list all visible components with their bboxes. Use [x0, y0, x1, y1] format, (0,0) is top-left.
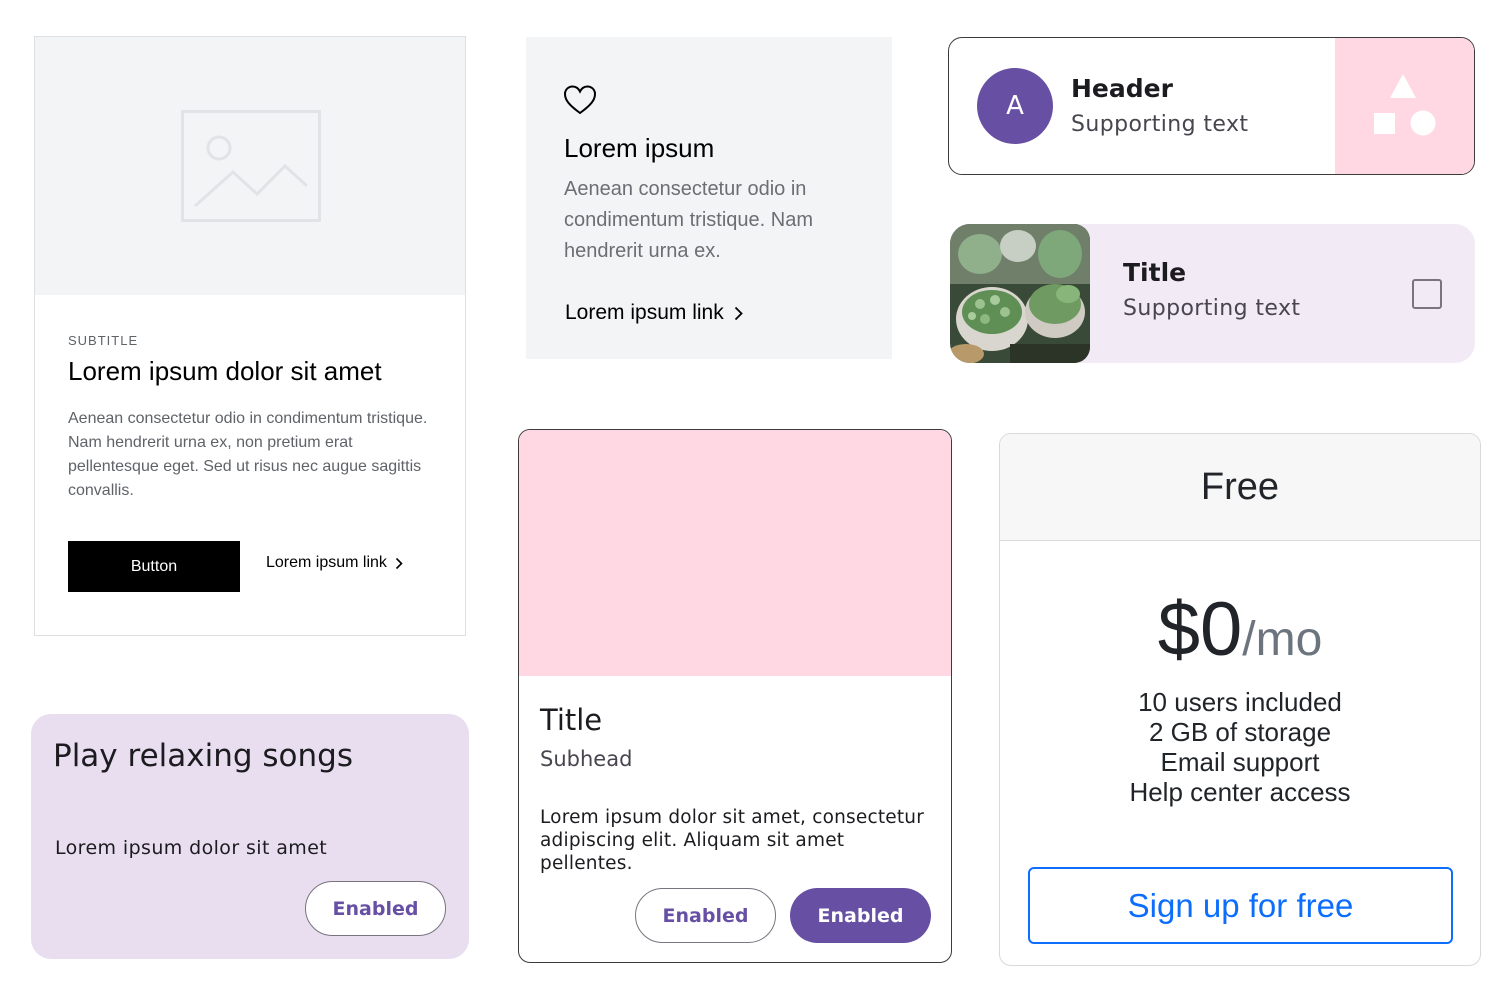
card-subhead: Subhead	[540, 747, 633, 771]
card-title: Lorem ipsum dolor sit amet	[68, 356, 382, 386]
enabled-outline-button[interactable]: Enabled	[635, 888, 776, 943]
card-title: Lorem ipsum	[564, 133, 715, 163]
link-label: Lorem ipsum link	[266, 554, 387, 571]
list-card[interactable]: Title Supporting text	[950, 224, 1475, 363]
primary-button[interactable]: Button	[68, 541, 240, 592]
plan-name: Free	[1000, 434, 1480, 541]
feature-item: 10 users included	[1138, 687, 1342, 717]
header-card: A Header Supporting text	[948, 37, 1475, 175]
enabled-filled-button[interactable]: Enabled	[790, 888, 931, 943]
image-placeholder	[35, 37, 465, 295]
sign-up-button[interactable]: Sign up for free	[1028, 867, 1453, 944]
chevron-right-icon	[734, 306, 743, 320]
card-body-text: Lorem ipsum dolor sit amet, consectetur …	[540, 807, 925, 874]
pricing-card: Free $0/mo 10 users included 2 GB of sto…	[999, 433, 1481, 966]
lorem-ipsum-link[interactable]: Lorem ipsum link	[565, 301, 743, 325]
image-placeholder-icon	[181, 110, 321, 222]
shapes-icon	[1374, 74, 1436, 136]
price-period: /mo	[1242, 613, 1323, 666]
feature-item: Help center access	[1129, 777, 1351, 807]
plants-thumbnail	[950, 224, 1090, 363]
card-body-text: Aenean consectetur odio in condimentum t…	[68, 410, 428, 499]
avatar: A	[977, 68, 1053, 144]
card-header-title: Header	[1071, 74, 1173, 103]
card-subtitle: SUBTITLE	[68, 333, 139, 348]
play-card: Play relaxing songs Lorem ipsum dolor si…	[31, 714, 469, 959]
heart-icon[interactable]	[563, 85, 597, 115]
card-title: Title	[540, 703, 603, 737]
plants-image	[950, 224, 1090, 363]
feature-item: 2 GB of storage	[1148, 717, 1332, 747]
gray-card: Lorem ipsum Aenean consectetur odio in c…	[526, 37, 892, 359]
supporting-text: Supporting text	[1071, 112, 1249, 137]
feature-list: 10 users included 2 GB of storage Email …	[1000, 687, 1480, 807]
card-title: Title	[1123, 258, 1187, 287]
chevron-right-icon	[395, 557, 403, 569]
enabled-outline-button[interactable]: Enabled	[305, 881, 446, 936]
card-title: Play relaxing songs	[53, 738, 353, 774]
card-body-text: Lorem ipsum dolor sit amet	[55, 837, 328, 859]
media-card: Title Subhead Lorem ipsum dolor sit amet…	[518, 429, 952, 963]
media-placeholder	[519, 430, 951, 676]
card-body-text: Aenean consectetur odio in condimentum t…	[564, 178, 813, 262]
image-card: SUBTITLE Lorem ipsum dolor sit amet Aene…	[34, 36, 466, 636]
media-shapes	[1335, 38, 1474, 174]
price: $0/mo	[1000, 586, 1480, 673]
supporting-text: Supporting text	[1123, 296, 1301, 321]
price-amount: $0	[1157, 587, 1243, 672]
feature-item: Email support	[1160, 747, 1320, 777]
link-label: Lorem ipsum link	[565, 301, 724, 324]
lorem-ipsum-link[interactable]: Lorem ipsum link	[266, 554, 403, 572]
checkbox[interactable]	[1412, 279, 1442, 309]
